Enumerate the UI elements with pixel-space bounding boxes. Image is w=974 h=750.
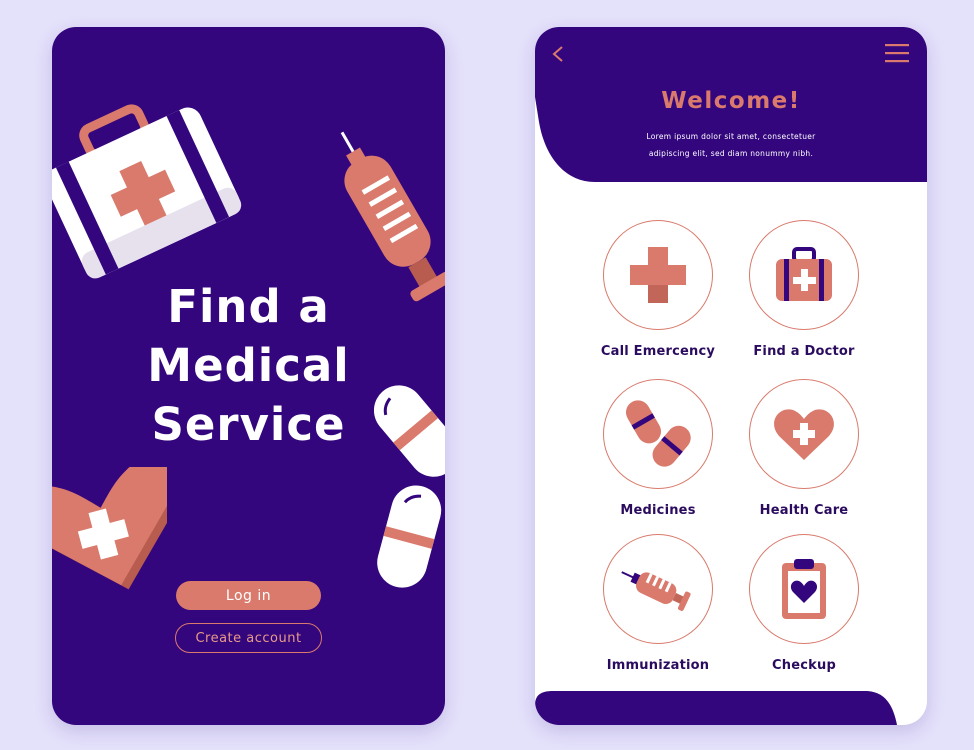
syringe-icon xyxy=(621,571,691,611)
heart-plus-icon xyxy=(774,409,834,460)
welcome-title: Welcome! xyxy=(661,88,801,114)
first-aid-kit-icon xyxy=(52,104,242,279)
service-circle[interactable] xyxy=(603,220,713,330)
service-call-emergency[interactable]: Call Emercency xyxy=(588,220,728,370)
service-label: Medicines xyxy=(620,503,696,518)
headline-line: Find a xyxy=(167,280,330,333)
service-label: Health Care xyxy=(759,503,849,518)
service-label: Call Emercency xyxy=(600,344,716,359)
service-circle[interactable] xyxy=(749,220,859,330)
service-find-doctor[interactable]: Find a Doctor xyxy=(734,220,874,370)
heart-plus-icon xyxy=(52,467,167,590)
service-circle[interactable] xyxy=(749,379,859,489)
medical-bag-icon xyxy=(776,247,832,301)
service-circle[interactable] xyxy=(603,379,713,489)
create-account-button[interactable]: Create account xyxy=(175,623,322,653)
pill-icon xyxy=(377,485,442,588)
service-immunization[interactable]: Immunization xyxy=(588,534,728,684)
footer-bar xyxy=(535,691,897,725)
welcome-subtitle: Lorem ipsum dolor sit amet, consectetuer… xyxy=(611,128,851,162)
login-button[interactable]: Log in xyxy=(176,581,321,610)
clipboard-heart-icon xyxy=(782,559,826,619)
service-circle[interactable] xyxy=(749,534,859,644)
headline: Find a Medical Service xyxy=(52,277,445,454)
service-medicines[interactable]: Medicines xyxy=(588,379,728,529)
service-label: Checkup xyxy=(772,658,836,673)
pills-icon xyxy=(626,400,691,467)
service-label: Immunization xyxy=(606,658,710,673)
service-label: Find a Doctor xyxy=(753,344,855,359)
service-checkup[interactable]: Checkup xyxy=(734,534,874,684)
service-circle[interactable] xyxy=(603,534,713,644)
hamburger-menu-icon[interactable] xyxy=(883,41,911,65)
home-screen: Welcome! Lorem ipsum dolor sit amet, con… xyxy=(535,27,927,725)
onboarding-screen: Find a Medical Service Log in Create acc… xyxy=(52,27,445,725)
headline-line: Service xyxy=(151,398,346,451)
chevron-left-icon[interactable] xyxy=(549,43,569,65)
subtitle-line: Lorem ipsum dolor sit amet, consectetuer xyxy=(646,132,816,141)
headline-line: Medical xyxy=(147,339,350,392)
service-health-care[interactable]: Health Care xyxy=(734,379,874,529)
subtitle-line: adipiscing elit, sed diam nonummy nibh. xyxy=(648,149,814,158)
medical-cross-icon xyxy=(630,247,686,303)
